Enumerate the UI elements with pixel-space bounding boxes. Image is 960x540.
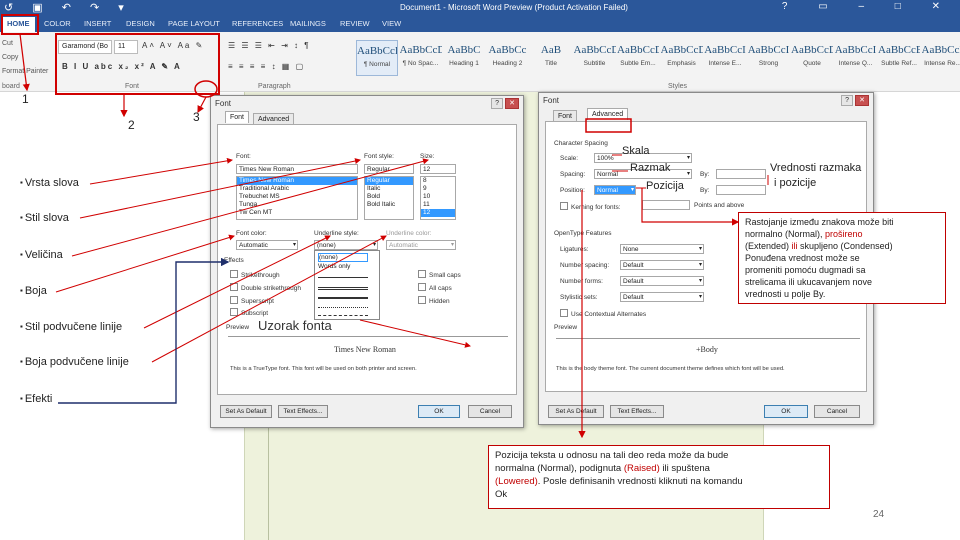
bullet-stil-slova: Stil slova: [20, 212, 69, 224]
callout-text: normalno (Normal),: [745, 229, 826, 239]
callout-text: Rastojanje između znakova može biti: [745, 217, 894, 227]
page-number: 24: [873, 509, 885, 520]
pozicija-label: Pozicija: [646, 180, 684, 192]
arrow-stil-podvucene: [143, 235, 331, 329]
callout-text: vrednosti u polje By.: [745, 289, 826, 299]
callout-line: Rastojanje između znakova može biti: [745, 216, 939, 228]
spacing-callout: Rastojanje između znakova može biti norma…: [738, 212, 946, 304]
callout-line: (Extended) ili skupljeno (Condensed): [745, 240, 939, 252]
arrow-stil-slova: [79, 158, 361, 219]
step-3-label: 3: [193, 110, 200, 124]
callout-text: normalna (Normal), podignuta: [495, 463, 624, 474]
callout-line: vrednosti u polje By.: [745, 288, 939, 300]
bullet-boja-podvucene-linije: Boja podvučene linije: [20, 356, 129, 368]
callout-text: skupljeno (Condensed): [797, 241, 893, 251]
arrow-1: [19, 33, 30, 92]
home-tab-highlight: [1, 14, 39, 35]
arrow-boja: [55, 234, 235, 293]
callout-text: promeniti pomoću dugmadi sa: [745, 265, 866, 275]
callout-line: normalno (Normal), prošireno: [745, 228, 939, 240]
bullet-stil-podvucene-linije: Stil podvučene linije: [20, 321, 122, 333]
bullet-velicina: Veličina: [20, 249, 63, 261]
callout-text: . Posle definisanih vrednosti kliknuti n…: [537, 476, 743, 487]
vrednosti-label-1: Vrednosti razmaka: [770, 162, 862, 174]
bullet-efekti: Efekti: [20, 393, 53, 405]
callout-text: prošireno: [825, 229, 863, 239]
callout-text: Ponuđena vrednost može se: [745, 253, 860, 263]
callout-text: (Lowered): [495, 476, 538, 487]
razmak-label: Razmak: [630, 162, 671, 174]
callout-line: (Lowered). Posle definisanih vrednosti k…: [495, 475, 823, 488]
callout-line: Pozicija teksta u odnosu na tali deo red…: [495, 449, 823, 462]
callout-line: normalna (Normal), podignuta (Raised) il…: [495, 462, 823, 475]
arrow-boja-podvucene: [151, 235, 387, 363]
bullet-boja: Boja: [20, 285, 47, 297]
callout-text: Pozicija teksta u odnosu na tali deo red…: [495, 450, 729, 461]
bullet-vrsta-slova: Vrsta slova: [20, 177, 79, 189]
callout-text: (Extended): [745, 241, 792, 251]
callout-line: Ok: [495, 488, 823, 501]
advanced-tab-highlight: [585, 118, 632, 133]
callout-line: Ponuđena vrednost može se: [745, 252, 939, 264]
arrow-spacing-callout: [641, 188, 740, 226]
font-group-highlight: [55, 33, 220, 95]
arrow-uzorak: [359, 319, 471, 348]
callout-text: strelicama ili ukucavanjem nove: [745, 277, 873, 287]
vrednosti-label-2: i pozicije: [774, 177, 817, 189]
callout-line: strelicama ili ukucavanjem nove: [745, 276, 939, 288]
callout-text: Ok: [495, 489, 508, 500]
callout-text: ili spuštena: [659, 463, 710, 474]
font-sample-label: Uzorak fonta: [258, 318, 332, 333]
arrow-vrsta-slova: [89, 157, 233, 185]
step-1-label: 1: [22, 92, 29, 106]
callout-line: promeniti pomoću dugmadi sa: [745, 264, 939, 276]
step-2-label: 2: [128, 118, 135, 132]
callout-text: (Raised): [623, 463, 660, 474]
skala-label: Skala: [622, 145, 650, 157]
position-callout: Pozicija teksta u odnosu na tali deo red…: [488, 445, 830, 509]
